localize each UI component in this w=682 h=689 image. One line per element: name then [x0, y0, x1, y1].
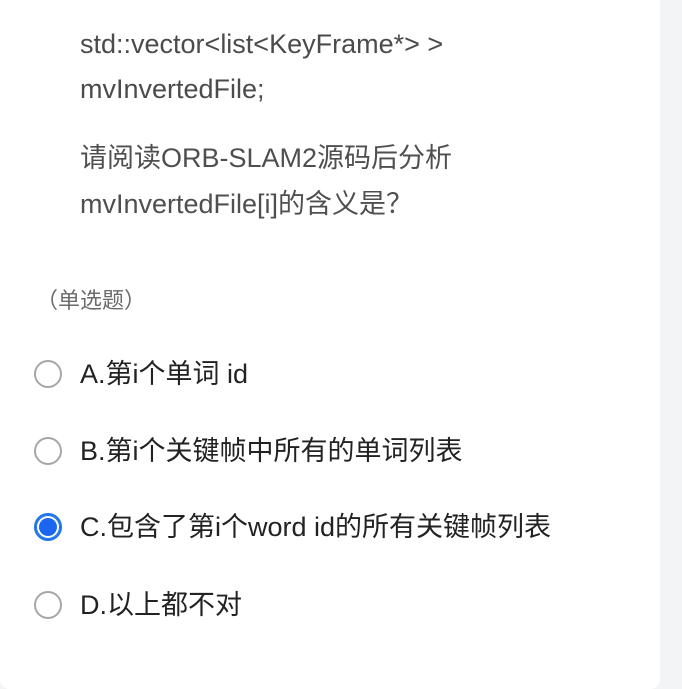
- question-prompt-line-2: mvInvertedFile[i]的含义是？: [80, 189, 414, 219]
- option-d[interactable]: D.以上都不对: [34, 585, 242, 625]
- option-d-label[interactable]: D.以上都不对: [80, 588, 242, 622]
- option-c-label[interactable]: C.包含了第i个word id的所有关键帧列表: [80, 510, 551, 544]
- question-prompt-line-1: 请阅读ORB-SLAM2源码后分析: [80, 143, 453, 173]
- question-code-line-1: std::vector<list<KeyFrame*> >: [80, 29, 444, 59]
- option-d-radio[interactable]: [34, 591, 62, 619]
- option-a-label[interactable]: A.第i个单词 id: [80, 357, 248, 391]
- question-card: std::vector<list<KeyFrame*> > mvInverted…: [0, 0, 660, 689]
- option-a[interactable]: A.第i个单词 id: [34, 354, 248, 394]
- option-b[interactable]: B.第i个关键帧中所有的单词列表: [34, 431, 463, 471]
- option-c-radio[interactable]: [34, 513, 62, 541]
- option-b-label[interactable]: B.第i个关键帧中所有的单词列表: [80, 434, 463, 468]
- option-c[interactable]: C.包含了第i个word id的所有关键帧列表: [34, 507, 551, 547]
- option-b-radio[interactable]: [34, 437, 62, 465]
- question-type-label: （单选题）: [36, 288, 147, 313]
- question-code-line-2: mvInvertedFile;: [80, 74, 265, 104]
- option-a-radio[interactable]: [34, 360, 62, 388]
